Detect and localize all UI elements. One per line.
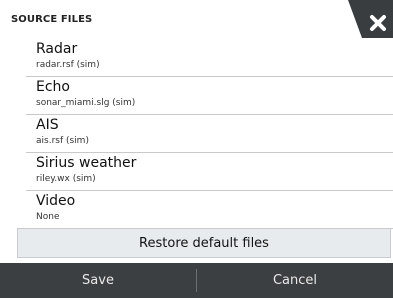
source-item-file: ais.rsf (sim)	[36, 136, 89, 146]
save-button[interactable]: Save	[0, 263, 196, 298]
dialog-header: SOURCE FILES	[0, 0, 393, 38]
dialog-title: SOURCE FILES	[11, 14, 93, 25]
source-item-file: sonar_miami.slg (sim)	[36, 98, 136, 108]
source-item-radar[interactable]: Radar radar.rsf (sim)	[26, 38, 393, 77]
source-item-video[interactable]: Video None	[26, 190, 393, 229]
source-item-file: None	[36, 212, 60, 222]
source-files-dialog: SOURCE FILES Radar radar.rsf (sim) Echo …	[0, 0, 393, 298]
source-item-name: Echo	[36, 79, 70, 95]
source-item-name: Sirius weather	[36, 155, 137, 171]
source-item-ais[interactable]: AIS ais.rsf (sim)	[26, 114, 393, 153]
source-item-name: AIS	[36, 117, 59, 133]
source-item-name: Video	[36, 193, 76, 209]
source-item-file: radar.rsf (sim)	[36, 60, 100, 70]
source-item-sirius-weather[interactable]: Sirius weather riley.wx (sim)	[26, 152, 393, 191]
dialog-footer: Save Cancel	[0, 263, 393, 298]
source-item-echo[interactable]: Echo sonar_miami.slg (sim)	[26, 76, 393, 115]
source-item-file: riley.wx (sim)	[36, 174, 96, 184]
restore-default-files-button[interactable]: Restore default files	[17, 228, 391, 258]
cancel-button[interactable]: Cancel	[197, 263, 393, 298]
source-item-name: Radar	[36, 41, 78, 57]
close-icon	[348, 0, 393, 38]
close-button[interactable]	[348, 0, 393, 38]
